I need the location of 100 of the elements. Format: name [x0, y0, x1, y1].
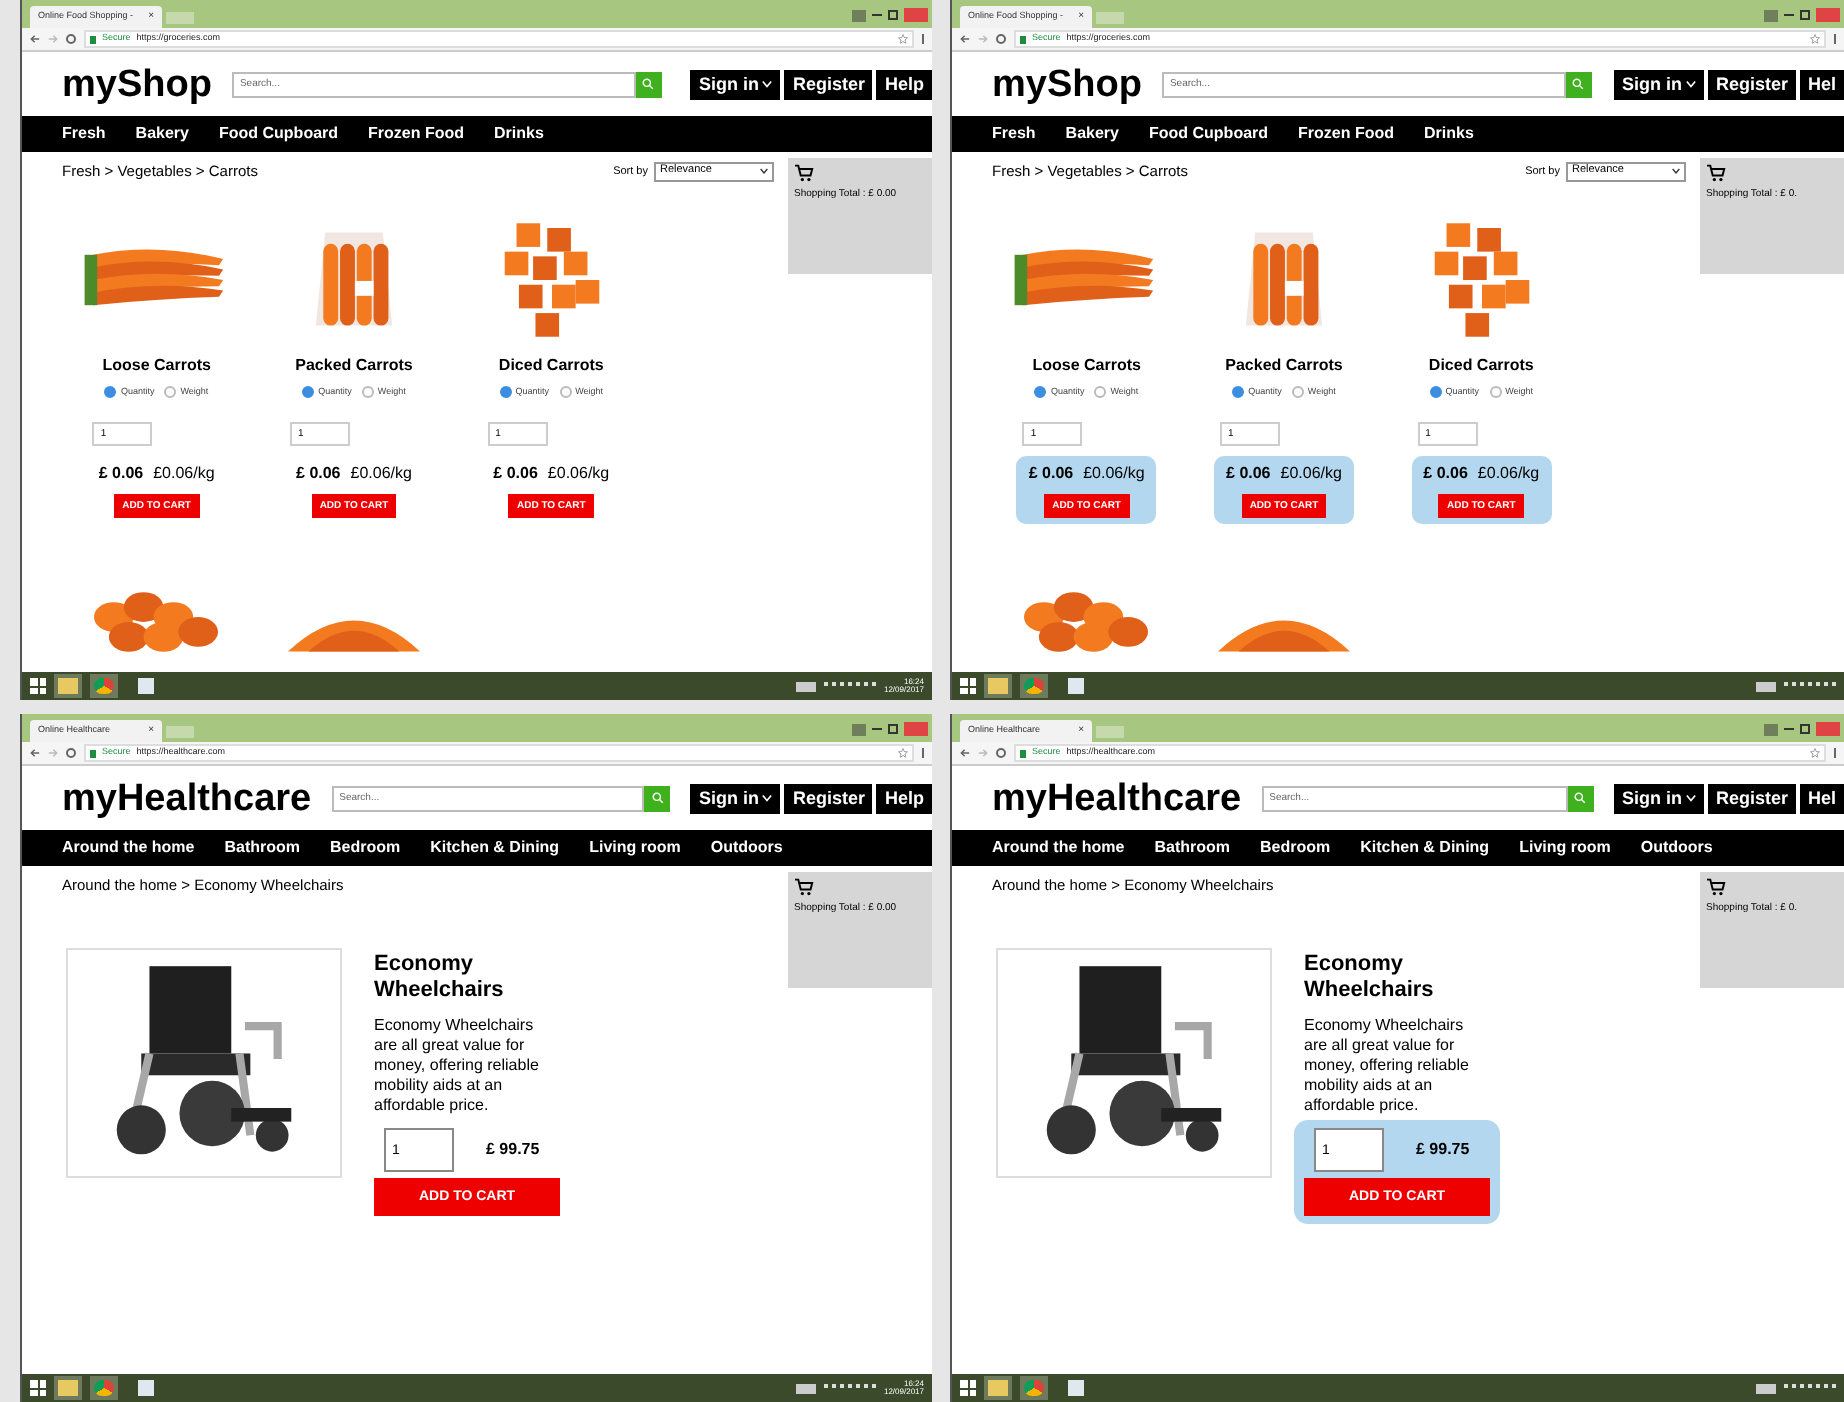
search-button[interactable]: [635, 71, 662, 97]
tray-icons[interactable]: [1784, 682, 1836, 690]
reload-icon[interactable]: [996, 748, 1006, 758]
radio-button[interactable]: [1094, 386, 1107, 399]
cart-icon[interactable]: [794, 878, 814, 896]
nav-link[interactable]: Living room: [1519, 840, 1611, 856]
maximize-icon[interactable]: [888, 724, 898, 734]
nav-link[interactable]: Around the home: [62, 840, 195, 856]
start-icon[interactable]: [30, 1380, 46, 1396]
product-name[interactable]: Diced Carrots: [1428, 354, 1534, 379]
product-name[interactable]: Loose Carrots: [1032, 354, 1141, 379]
nav-link[interactable]: Drinks: [494, 126, 544, 142]
browser-icon[interactable]: [90, 1376, 118, 1400]
browser-icon[interactable]: [1020, 1376, 1048, 1400]
cart-icon[interactable]: [1706, 878, 1726, 896]
nav-link[interactable]: Bedroom: [330, 840, 401, 856]
radio-button[interactable]: [302, 386, 315, 399]
product-name[interactable]: Packed Carrots: [295, 354, 413, 379]
header-button[interactable]: Sign in: [1613, 69, 1704, 99]
maximize-icon[interactable]: [1800, 724, 1810, 734]
site-logo[interactable]: myShop: [992, 65, 1142, 103]
reload-icon[interactable]: [996, 34, 1006, 44]
nav-link[interactable]: Bathroom: [224, 840, 300, 856]
nav-link[interactable]: Kitchen & Dining: [1360, 840, 1490, 856]
star-icon[interactable]: [1810, 748, 1820, 758]
start-icon[interactable]: [960, 1380, 976, 1396]
site-logo[interactable]: myHealthcare: [62, 779, 312, 817]
forward-icon[interactable]: [978, 748, 988, 758]
forward-icon[interactable]: [978, 34, 988, 44]
maximize-icon[interactable]: [888, 10, 898, 20]
product-name[interactable]: Diced Carrots: [498, 354, 604, 379]
nav-link[interactable]: Frozen Food: [1298, 126, 1395, 142]
site-logo[interactable]: myHealthcare: [992, 779, 1242, 817]
header-button[interactable]: Hel: [1799, 783, 1844, 813]
price: £ 0.06: [1028, 462, 1074, 487]
radio-button[interactable]: [1429, 386, 1442, 399]
nav-link[interactable]: Bakery: [135, 126, 189, 142]
radio-button[interactable]: [1034, 386, 1047, 399]
search-button[interactable]: [1565, 71, 1592, 97]
radio-button[interactable]: [1489, 386, 1502, 399]
start-icon[interactable]: [960, 678, 976, 694]
forward-icon[interactable]: [48, 34, 58, 44]
tray-icons[interactable]: [1784, 1384, 1836, 1392]
product-name[interactable]: Packed Carrots: [1225, 354, 1343, 379]
star-icon[interactable]: [898, 748, 908, 758]
unit-price: £0.06/kg: [1083, 462, 1145, 487]
search-icon: [1572, 78, 1585, 90]
header-button[interactable]: Help: [876, 783, 932, 813]
nav-link[interactable]: Bathroom: [1154, 840, 1230, 856]
cart-icon[interactable]: [1706, 164, 1726, 182]
header-button[interactable]: Hel: [1799, 69, 1844, 99]
radio-button[interactable]: [104, 386, 117, 399]
header-button[interactable]: Register: [1707, 783, 1796, 813]
forward-icon[interactable]: [48, 748, 58, 758]
tray-icons[interactable]: [823, 682, 876, 690]
back-icon[interactable]: [960, 748, 970, 758]
radio-button[interactable]: [559, 386, 572, 399]
header-button[interactable]: Sign in: [690, 69, 781, 99]
back-icon[interactable]: [960, 34, 970, 44]
header-button[interactable]: Register: [784, 69, 873, 99]
search-button[interactable]: [644, 785, 671, 811]
radio-button[interactable]: [164, 386, 177, 399]
nav-link[interactable]: Bakery: [1065, 126, 1119, 142]
header-button[interactable]: Register: [784, 783, 873, 813]
header-button[interactable]: Sign in: [1613, 783, 1704, 813]
nav-link[interactable]: Around the home: [992, 840, 1125, 856]
header-button[interactable]: Help: [876, 69, 932, 99]
radio-button[interactable]: [1291, 386, 1304, 399]
nav-link[interactable]: Outdoors: [1640, 840, 1713, 856]
star-icon[interactable]: [898, 34, 908, 44]
product-name[interactable]: Loose Carrots: [102, 354, 211, 379]
nav-link[interactable]: Fresh: [62, 126, 106, 142]
browser-icon[interactable]: [90, 674, 118, 698]
nav-link[interactable]: Bedroom: [1260, 840, 1331, 856]
radio-button[interactable]: [499, 386, 512, 399]
header-button[interactable]: Register: [1707, 69, 1796, 99]
nav-link[interactable]: Drinks: [1424, 126, 1474, 142]
nav-link[interactable]: Frozen Food: [368, 126, 465, 142]
nav-link[interactable]: Food Cupboard: [1148, 126, 1269, 142]
browser-icon[interactable]: [1020, 674, 1048, 698]
start-icon[interactable]: [30, 678, 46, 694]
nav-link[interactable]: Kitchen & Dining: [430, 840, 560, 856]
back-icon[interactable]: [30, 748, 40, 758]
header-button[interactable]: Sign in: [690, 783, 781, 813]
nav-link[interactable]: Fresh: [992, 126, 1036, 142]
maximize-icon[interactable]: [1800, 10, 1810, 20]
cart-icon[interactable]: [794, 164, 814, 182]
reload-icon[interactable]: [66, 748, 76, 758]
chevron-icon: [1685, 80, 1696, 88]
reload-icon[interactable]: [66, 34, 76, 44]
radio-button[interactable]: [361, 386, 374, 399]
site-logo[interactable]: myShop: [62, 65, 212, 103]
nav-link[interactable]: Food Cupboard: [218, 126, 339, 142]
radio-button[interactable]: [1232, 386, 1245, 399]
nav-link[interactable]: Living room: [589, 840, 681, 856]
nav-link[interactable]: Outdoors: [710, 840, 783, 856]
star-icon[interactable]: [1810, 34, 1820, 44]
back-icon[interactable]: [30, 34, 40, 44]
search-button[interactable]: [1567, 785, 1594, 811]
tray-icons[interactable]: [823, 1384, 876, 1392]
